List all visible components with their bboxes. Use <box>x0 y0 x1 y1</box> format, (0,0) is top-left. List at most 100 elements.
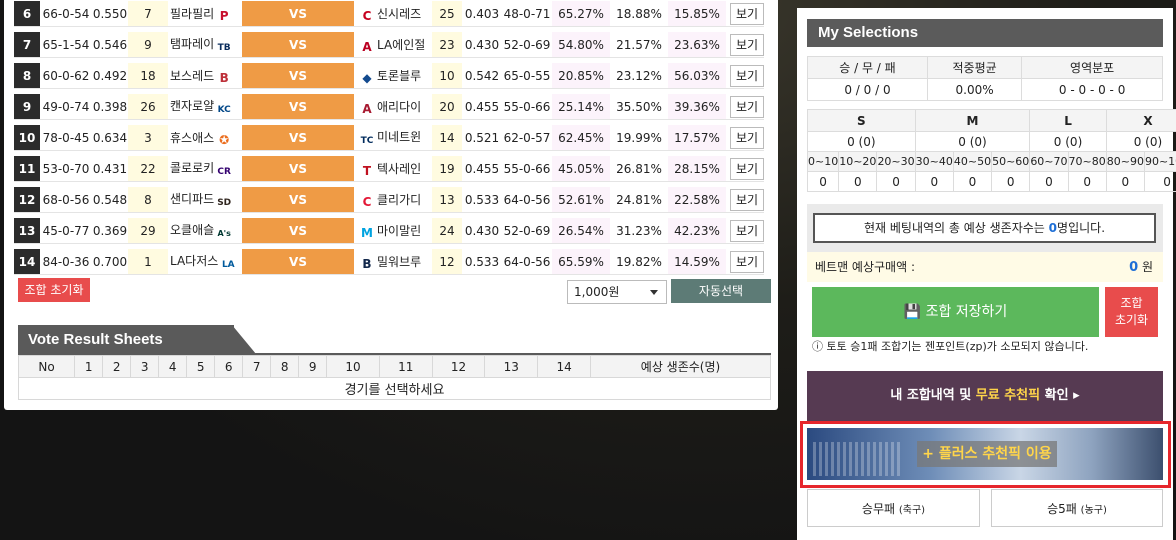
view-cell: 보기 <box>730 63 765 89</box>
basketball-sub: (농구) <box>1080 505 1107 516</box>
view-cell: 보기 <box>730 187 765 213</box>
view-cell: 보기 <box>730 94 765 120</box>
win-probability[interactable]: 20.85% <box>552 63 610 89</box>
away-team: A 애리다이 <box>354 94 432 120</box>
vs-button[interactable]: VS <box>242 1 354 27</box>
draw-probability[interactable]: 19.82% <box>610 249 668 275</box>
away-team-name: 애리다이 <box>377 99 422 114</box>
combo-reset-button-right[interactable]: 조합 초기화 <box>1105 287 1158 337</box>
win-probability[interactable]: 65.59% <box>552 249 610 275</box>
game-number: 10 <box>14 125 40 151</box>
team-logo-icon: ◆ <box>362 70 372 85</box>
range-label: 30~40 <box>914 151 954 172</box>
selections-title: My Selections <box>807 19 1163 47</box>
home-rank: 22 <box>128 156 168 182</box>
away-rank: 10 <box>432 63 462 89</box>
range-label: 90~100 <box>1143 151 1176 172</box>
size-value: 0 (0) <box>807 131 916 152</box>
away-team-name: 신시레즈 <box>377 6 422 21</box>
loss-probability[interactable]: 22.58% <box>668 187 726 213</box>
win-probability[interactable]: 52.61% <box>552 187 610 213</box>
size-table: S M L X 0 (0) 0 (0) 0 (0) 0 (0) 0~10 10~2… <box>806 109 1176 192</box>
game-row: 14 84-0-36 0.700 1 LA다저스 LA VS B 밀워브루 12 0.533 64-0… <box>14 249 765 275</box>
vote-column-header: 예상 생존수(명) <box>590 355 771 378</box>
loss-probability[interactable]: 42.23% <box>668 218 726 244</box>
draw-probability[interactable]: 31.23% <box>610 218 668 244</box>
win-probability[interactable]: 62.45% <box>552 125 610 151</box>
my-combo-button[interactable]: 내 조합내역 및 무료 추천픽 확인 ▸ <box>807 371 1163 421</box>
soccer-button[interactable]: 승무패 (축구) <box>807 489 980 527</box>
vs-button[interactable]: VS <box>242 63 354 89</box>
view-button[interactable]: 보기 <box>730 95 765 118</box>
basketball-button[interactable]: 승5패 (농구) <box>991 489 1163 527</box>
away-team: C 클리가디 <box>354 187 432 213</box>
away-record: 52-0-69 <box>502 218 552 244</box>
vs-button[interactable]: VS <box>242 32 354 58</box>
amount-select[interactable]: 1,000원 <box>567 280 667 304</box>
loss-probability[interactable]: 23.63% <box>668 32 726 58</box>
team-logo-icon: P <box>219 8 229 23</box>
view-button[interactable]: 보기 <box>730 2 765 25</box>
loss-probability[interactable]: 17.57% <box>668 125 726 151</box>
team-logo-icon: C <box>362 194 372 209</box>
draw-probability[interactable]: 35.50% <box>610 94 668 120</box>
save-combo-button[interactable]: 💾 조합 저장하기 <box>812 287 1099 337</box>
draw-probability[interactable]: 24.81% <box>610 187 668 213</box>
win-probability[interactable]: 25.14% <box>552 94 610 120</box>
game-row: 9 49-0-74 0.398 26 캔자로얄 KC VS A 애리다이 20 0.455 55-0-… <box>14 94 765 120</box>
vs-button[interactable]: VS <box>242 94 354 120</box>
team-logo-icon: TC <box>360 135 374 146</box>
loss-probability[interactable]: 15.85% <box>668 1 726 27</box>
selections-panel: My Selections 승 / 무 / 패 적중평균 영역분포 0 / 0 … <box>797 8 1176 540</box>
vs-button[interactable]: VS <box>242 249 354 275</box>
draw-probability[interactable]: 21.57% <box>610 32 668 58</box>
combo-reset-button[interactable]: 조합 초기화 <box>18 278 90 302</box>
loss-probability[interactable]: 39.36% <box>668 94 726 120</box>
vs-button[interactable]: VS <box>242 218 354 244</box>
team-logo-icon: KC <box>217 104 231 115</box>
view-button[interactable]: 보기 <box>730 219 765 242</box>
draw-probability[interactable]: 26.81% <box>610 156 668 182</box>
vote-column-header: 14 <box>537 355 591 378</box>
draw-probability[interactable]: 23.12% <box>610 63 668 89</box>
home-rank: 9 <box>128 32 168 58</box>
loss-probability[interactable]: 56.03% <box>668 63 726 89</box>
home-rank: 1 <box>128 249 168 275</box>
win-probability[interactable]: 54.80% <box>552 32 610 58</box>
vs-button[interactable]: VS <box>242 156 354 182</box>
view-button[interactable]: 보기 <box>730 33 765 56</box>
loss-probability[interactable]: 28.15% <box>668 156 726 182</box>
vote-column-header: 5 <box>186 355 216 378</box>
away-record: 64-0-56 <box>502 187 552 213</box>
away-rank: 12 <box>432 249 462 275</box>
view-button[interactable]: 보기 <box>730 157 765 180</box>
loss-probability[interactable]: 14.59% <box>668 249 726 275</box>
vote-column-header: 1 <box>74 355 104 378</box>
home-team-name: 샌디파드 <box>170 191 215 206</box>
stat-header: 영역분포 <box>1021 56 1163 79</box>
home-team: 콜로로키 CR <box>168 156 242 182</box>
view-button[interactable]: 보기 <box>730 188 765 211</box>
away-record: 55-0-66 <box>502 94 552 120</box>
view-button[interactable]: 보기 <box>730 250 765 273</box>
my-combo-suffix: 확인 <box>1044 388 1069 403</box>
auto-select-button[interactable]: 자동선택 <box>671 279 771 303</box>
vs-button[interactable]: VS <box>242 125 354 151</box>
vote-column-header: 10 <box>326 355 380 378</box>
draw-probability[interactable]: 19.99% <box>610 125 668 151</box>
win-probability[interactable]: 65.27% <box>552 1 610 27</box>
game-row: 10 78-0-45 0.634 3 휴스애스 ✪ VS TC 미네트윈 14 0.521 62-0-… <box>14 125 765 151</box>
away-rank: 23 <box>432 32 462 58</box>
vs-button[interactable]: VS <box>242 187 354 213</box>
price-label: 베트맨 예상구매액 : <box>815 260 915 274</box>
view-button[interactable]: 보기 <box>730 64 765 87</box>
vote-column-header: 11 <box>378 355 433 378</box>
home-team-name: 보스레드 <box>170 68 215 83</box>
home-rank: 29 <box>128 218 168 244</box>
win-probability[interactable]: 45.05% <box>552 156 610 182</box>
draw-probability[interactable]: 18.88% <box>610 1 668 27</box>
win-probability[interactable]: 26.54% <box>552 218 610 244</box>
stat-header: 적중평균 <box>926 56 1023 79</box>
view-button[interactable]: 보기 <box>730 126 765 149</box>
away-rank: 13 <box>432 187 462 213</box>
